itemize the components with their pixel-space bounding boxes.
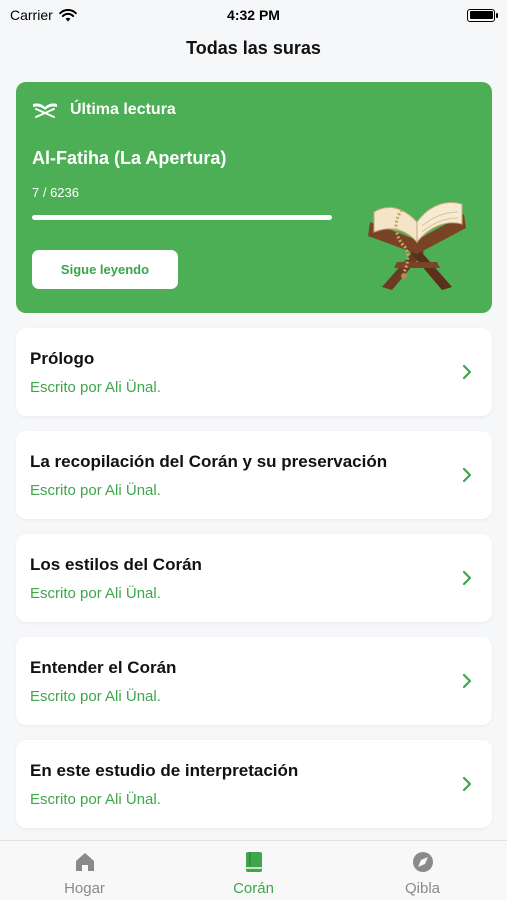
- last-reading-card[interactable]: Última lectura Al-Fatiha (La Apertura) 7…: [16, 82, 492, 313]
- list-item-title: Prólogo: [30, 349, 95, 368]
- carrier-label: Carrier: [10, 7, 53, 23]
- list-item-author: Escrito por Ali Ünal.: [30, 482, 161, 499]
- list-item-title: La recopilación del Corán y su preservac…: [30, 452, 388, 471]
- book-icon: [245, 852, 262, 872]
- tab-quran-label: Corán: [233, 880, 274, 897]
- last-reading-header: Última lectura: [32, 101, 176, 119]
- list-item-title: Entender el Corán: [30, 658, 177, 677]
- last-reading-label: Última lectura: [70, 101, 176, 118]
- list-item-author: Escrito por Ali Ünal.: [30, 379, 161, 396]
- chevron-right-icon: [462, 364, 472, 380]
- list-item[interactable]: Los estilos del Corán Escrito por Ali Ün…: [16, 534, 492, 622]
- reading-progress-bar: [32, 215, 332, 220]
- open-book-icon: [33, 103, 57, 118]
- compass-icon: [412, 852, 433, 872]
- last-reading-progress-text: 7 / 6236: [32, 185, 79, 200]
- wifi-icon: [58, 8, 77, 21]
- list-item-author: Escrito por Ali Ünal.: [30, 791, 161, 808]
- status-left: Carrier: [10, 7, 77, 23]
- list-item[interactable]: Entender el Corán Escrito por Ali Ünal.: [16, 637, 492, 725]
- tab-quran[interactable]: Corán: [169, 841, 338, 900]
- list-item[interactable]: En este estudio de interpretación Escrit…: [16, 740, 492, 828]
- chevron-right-icon: [462, 673, 472, 689]
- reading-progress-fill: [32, 215, 332, 220]
- list-item-author: Escrito por Ali Ünal.: [30, 688, 161, 705]
- chevron-right-icon: [462, 467, 472, 483]
- tab-qibla[interactable]: Qibla: [338, 841, 507, 900]
- page-title: Todas las suras: [186, 38, 321, 58]
- list-item-title: En este estudio de interpretación: [30, 761, 299, 780]
- tab-bar: Hogar Corán Qibla: [0, 840, 507, 900]
- tab-home-label: Hogar: [64, 880, 105, 897]
- list-item-author: Escrito por Ali Ünal.: [30, 585, 161, 602]
- last-reading-surah: Al-Fatiha (La Apertura): [32, 148, 227, 168]
- quran-on-stand-icon: [368, 202, 466, 290]
- status-bar: Carrier 4:32 PM: [0, 0, 507, 30]
- tab-home[interactable]: Hogar: [0, 841, 169, 900]
- chevron-right-icon: [462, 570, 472, 586]
- chevron-right-icon: [462, 776, 472, 792]
- list-item[interactable]: La recopilación del Corán y su preservac…: [16, 431, 492, 519]
- list-item[interactable]: Prólogo Escrito por Ali Ünal.: [16, 328, 492, 416]
- list-item-title: Los estilos del Corán: [30, 555, 202, 574]
- battery-icon: [467, 8, 498, 22]
- home-icon: [75, 853, 94, 871]
- tab-qibla-label: Qibla: [404, 880, 441, 897]
- continue-reading-button[interactable]: Sigue leyendo: [32, 250, 178, 289]
